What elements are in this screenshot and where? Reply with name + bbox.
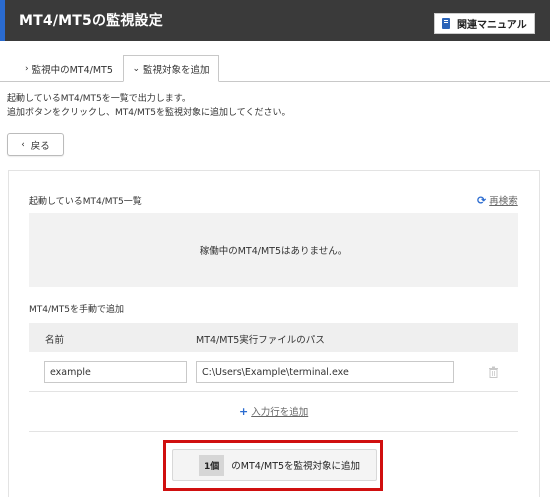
empty-state: 稼働中のMT4/MT5はありません。 xyxy=(29,213,518,287)
tab-add-target-label: 監視対象を追加 xyxy=(143,64,210,76)
rescan-label: 再検索 xyxy=(489,196,518,207)
selection-count-badge: 1個 xyxy=(199,454,225,476)
name-input[interactable]: example xyxy=(44,361,187,383)
tab-monitoring[interactable]: › 監視中のMT4/MT5 xyxy=(25,55,113,82)
plus-icon: + xyxy=(239,404,249,418)
running-list-title: 起動しているMT4/MT5一覧 xyxy=(29,197,142,207)
path-input[interactable]: C:\Users\Example\terminal.exe xyxy=(196,361,454,383)
chevron-left-icon: ‹ xyxy=(21,139,25,150)
description-line-1: 起動しているMT4/MT5を一覧で出力します。 xyxy=(7,94,191,104)
rescan-link[interactable]: ⟳ 再検索 xyxy=(477,193,518,208)
description: 起動しているMT4/MT5を一覧で出力します。 追加ボタンをクリックし、MT4/… xyxy=(7,93,290,120)
book-icon xyxy=(442,18,450,29)
back-button-label: 戻る xyxy=(30,140,50,152)
add-row-link[interactable]: + 入力行を追加 xyxy=(239,404,309,419)
chevron-right-icon: › xyxy=(25,63,29,74)
divider xyxy=(29,431,518,432)
page-title: MT4/MT5の監視設定 xyxy=(19,13,163,29)
table-row: example C:\Users\Example\terminal.exe xyxy=(29,352,518,392)
add-to-monitoring-button[interactable]: 1個 のMT4/MT5を監視対象に追加 xyxy=(172,449,377,481)
related-manual-label: 関連マニュアル xyxy=(457,20,527,31)
table-header: 名前 MT4/MT5実行ファイルのパス xyxy=(29,323,518,352)
back-button[interactable]: ‹ 戻る xyxy=(7,133,64,156)
chevron-down-icon: ⌄ xyxy=(132,63,141,74)
tab-bar: › 監視中のMT4/MT5 ⌄ 監視対象を追加 xyxy=(0,55,550,82)
refresh-icon: ⟳ xyxy=(477,193,487,207)
related-manual-button[interactable]: 関連マニュアル xyxy=(434,13,535,34)
description-line-2: 追加ボタンをクリックし、MT4/MT5を監視対象に追加してください。 xyxy=(7,107,291,118)
trash-icon[interactable] xyxy=(488,366,499,378)
add-row-label: 入力行を追加 xyxy=(251,407,309,418)
add-to-monitoring-label: のMT4/MT5を監視対象に追加 xyxy=(231,461,361,472)
tab-monitoring-label: 監視中のMT4/MT5 xyxy=(31,64,113,76)
column-name: 名前 xyxy=(45,335,65,346)
empty-message: 稼働中のMT4/MT5はありません。 xyxy=(199,246,348,257)
tab-add-target[interactable]: ⌄ 監視対象を追加 xyxy=(123,55,219,82)
manual-add-title: MT4/MT5を手動で追加 xyxy=(29,305,125,315)
page-header: MT4/MT5の監視設定 関連マニュアル xyxy=(0,0,550,41)
column-path: MT4/MT5実行ファイルのパス xyxy=(196,335,325,346)
